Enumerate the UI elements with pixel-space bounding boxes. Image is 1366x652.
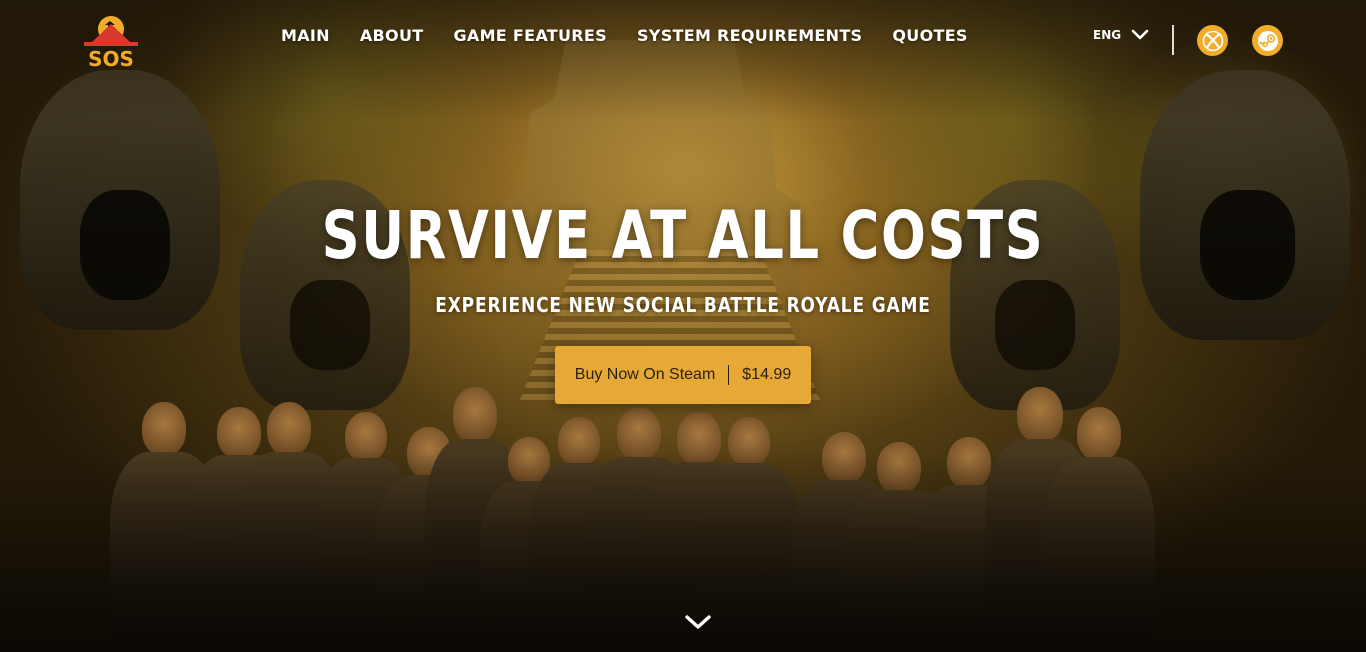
steam-button[interactable]: [1252, 25, 1283, 56]
hero-background: [0, 0, 1366, 652]
buy-button-separator: [728, 365, 730, 385]
nav-system-requirements[interactable]: SYSTEM REQUIREMENTS: [637, 26, 862, 46]
sos-logo[interactable]: SOS: [84, 14, 138, 71]
hero-title: SURVIVE AT ALL COSTS: [321, 197, 1045, 274]
logo-text: SOS: [88, 47, 134, 68]
scroll-down-button[interactable]: [684, 612, 712, 632]
xbox-button[interactable]: [1197, 25, 1228, 56]
buy-button-label: Buy Now On Steam: [574, 366, 716, 383]
header-divider: [1172, 25, 1174, 55]
nav-game-features[interactable]: GAME FEATURES: [453, 26, 607, 46]
nav-about[interactable]: ABOUT: [360, 26, 424, 46]
chevron-down-icon: [1131, 29, 1149, 40]
nav-main[interactable]: MAIN: [281, 26, 330, 46]
steam-icon: [1257, 30, 1278, 51]
buy-button-price: $14.99: [742, 366, 792, 383]
main-nav: MAIN ABOUT GAME FEATURES SYSTEM REQUIREM…: [281, 26, 998, 46]
language-selector[interactable]: ENG: [1093, 26, 1149, 44]
xbox-icon: [1202, 30, 1223, 51]
buy-now-steam-button[interactable]: Buy Now On Steam $14.99: [555, 346, 811, 404]
chevron-down-icon: [685, 615, 711, 629]
hero-subtitle: EXPERIENCE NEW SOCIAL BATTLE ROYALE GAME: [435, 293, 931, 317]
top-shade: [0, 0, 1366, 120]
bottom-shade: [0, 452, 1366, 652]
sos-logo-icon: SOS: [84, 16, 138, 71]
nav-quotes[interactable]: QUOTES: [892, 26, 967, 46]
language-label: ENG: [1093, 28, 1122, 42]
